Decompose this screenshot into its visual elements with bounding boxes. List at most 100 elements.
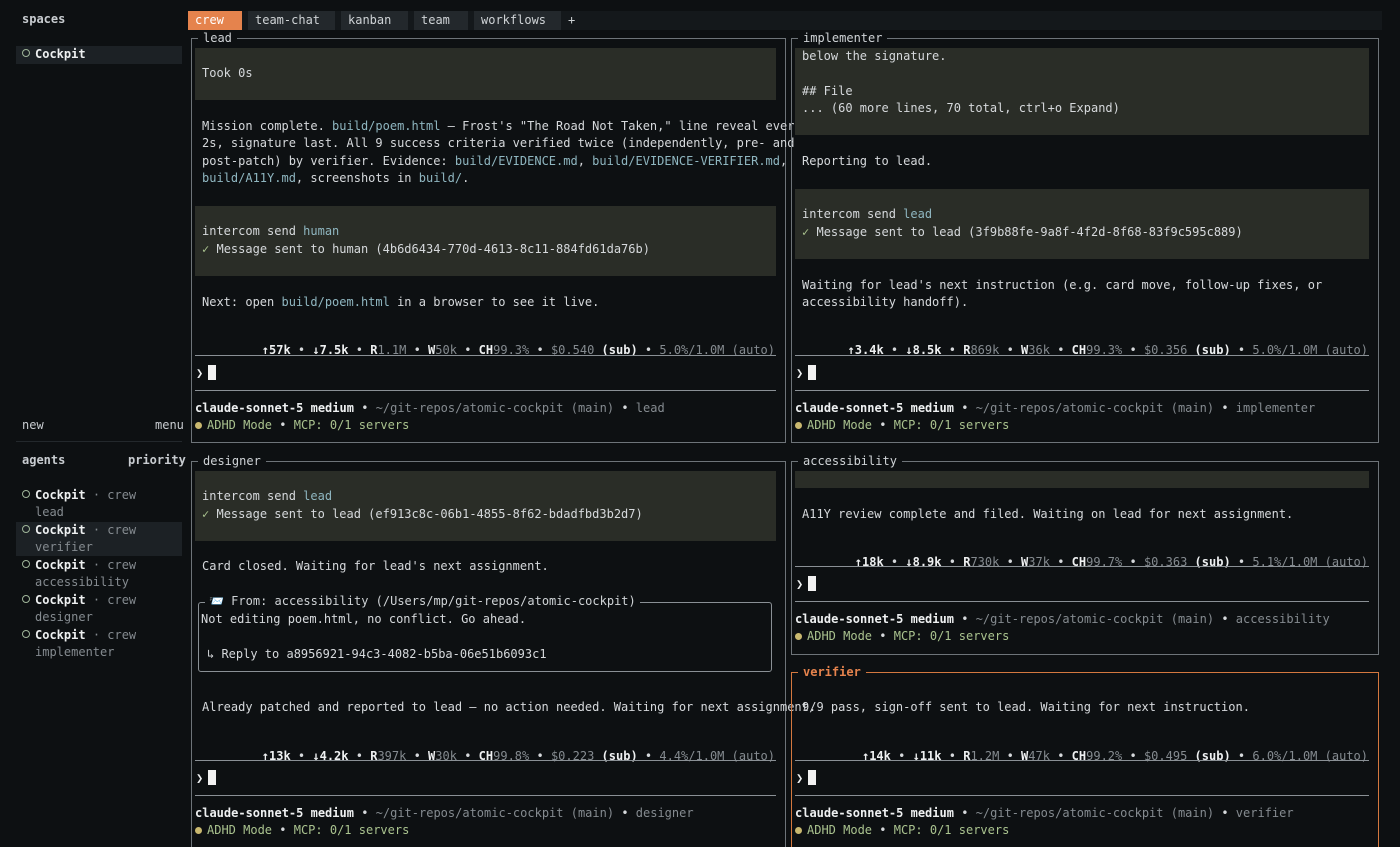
priority-sort-button[interactable]: priority xyxy=(128,453,186,467)
agent-item-lead[interactable]: Cockpit · crew lead xyxy=(16,487,182,521)
agent-space-name: Cockpit xyxy=(35,558,86,572)
prompt-chevron-icon: ❯ xyxy=(196,771,204,785)
new-button[interactable]: new xyxy=(22,418,44,432)
message-line: build/A11Y.md, screenshots in build/. xyxy=(202,171,470,185)
check-icon: ✓ xyxy=(202,242,210,256)
prompt-input[interactable]: ❯ xyxy=(796,576,817,591)
file-link[interactable]: build/poem.html xyxy=(281,295,389,309)
agent-item-accessibility[interactable]: Cockpit · crew accessibility xyxy=(16,557,182,591)
file-link[interactable]: build/poem.html xyxy=(332,119,440,133)
message-line: A11Y review complete and filed. Waiting … xyxy=(802,507,1294,521)
prompt-chevron-icon: ❯ xyxy=(196,366,204,380)
prompt-chevron-icon: ❯ xyxy=(796,366,804,380)
pane-verifier[interactable]: verifier 9/9 pass, sign-off sent to lead… xyxy=(791,664,1379,847)
intercom-command: intercom send human xyxy=(202,224,340,238)
text-cursor xyxy=(808,770,817,785)
prompt-input[interactable]: ❯ xyxy=(196,770,217,785)
sent-confirmation: ✓ Message sent to lead (ef913c8c-06b1-48… xyxy=(202,507,643,521)
prompt-chevron-icon: ❯ xyxy=(796,771,804,785)
check-icon: ✓ xyxy=(202,507,210,521)
pane-title: implementer xyxy=(798,30,888,46)
mode-status: ADHD Mode • MCP: 0/1 servers xyxy=(795,417,1009,435)
agent-item-designer[interactable]: Cockpit · crew designer xyxy=(16,592,182,626)
agent-item-verifier[interactable]: Cockpit · crew verifier xyxy=(16,522,182,556)
input-divider xyxy=(795,795,1369,796)
sent-confirmation: ✓ Message sent to lead (3f9b88fe-9a8f-4f… xyxy=(802,225,1243,239)
prompt-input[interactable]: ❯ xyxy=(196,365,217,380)
tab-team-chat[interactable]: team-chat xyxy=(248,11,335,30)
pane-accessibility[interactable]: accessibility A11Y review complete and f… xyxy=(791,453,1379,655)
pane-lead[interactable]: lead Took 0s Mission complete. build/poe… xyxy=(191,30,802,443)
pane-implementer[interactable]: implementer below the signature. ## File… xyxy=(791,30,1379,443)
incoming-mail-box: 📨 From: accessibility (/Users/mp/git-rep… xyxy=(198,593,772,672)
sidebar-divider xyxy=(16,441,182,442)
tab-bar: crew team-chat kanban team workflows + xyxy=(188,11,1382,30)
agent-role: implementer xyxy=(35,645,115,659)
agent-space-name: Cockpit xyxy=(35,593,86,607)
expand-hint[interactable]: ... (60 more lines, 70 total, ctrl+o Exp… xyxy=(802,100,1120,118)
mode-status: ADHD Mode • MCP: 0/1 servers xyxy=(195,822,409,840)
status-ring-icon xyxy=(22,49,30,57)
file-link[interactable]: build/EVIDENCE-VERIFIER.md xyxy=(592,154,780,168)
usage-stats: ↑13k • ↓4.2k • R397k • W30k • CH99.8% • … xyxy=(261,749,775,763)
message-line: Reporting to lead. xyxy=(802,154,933,168)
add-tab-button[interactable]: + xyxy=(568,11,575,30)
tool-block: intercom send human ✓ Message sent to hu… xyxy=(195,206,776,276)
input-divider xyxy=(795,566,1369,567)
status-ring-icon xyxy=(22,630,30,638)
agent-space-name: Cockpit xyxy=(35,488,86,502)
usage-stats: ↑57k • ↓7.5k • R1.1M • W50k • CH99.3% • … xyxy=(261,343,775,357)
input-divider xyxy=(195,795,776,796)
status-ring-icon xyxy=(22,525,30,533)
code-line: ## File xyxy=(802,84,853,98)
file-link[interactable]: build/ xyxy=(419,171,462,185)
prompt-input[interactable]: ❯ xyxy=(796,365,817,380)
text-cursor xyxy=(808,365,817,380)
code-block: below the signature. ## File ... (60 mor… xyxy=(795,48,1369,135)
agent-group: · crew xyxy=(92,488,137,502)
text-cursor xyxy=(208,365,217,380)
tab-crew[interactable]: crew xyxy=(188,11,242,30)
agents-header: agents xyxy=(22,453,66,467)
usage-stats: ↑18k • ↓8.9k • R730k • W37k • CH99.7% • … xyxy=(854,555,1368,569)
output-block: Took 0s xyxy=(195,48,776,100)
status-ring-icon xyxy=(22,490,30,498)
mode-dot-icon xyxy=(795,827,802,834)
input-divider xyxy=(795,760,1369,761)
mode-status: ADHD Mode • MCP: 0/1 servers xyxy=(195,417,409,435)
spaces-header: spaces xyxy=(22,12,66,26)
menu-button[interactable]: menu xyxy=(155,418,184,432)
sent-confirmation: ✓ Message sent to human (4b6d6434-770d-4… xyxy=(202,242,650,256)
check-icon: ✓ xyxy=(802,225,810,239)
pane-title: designer xyxy=(198,453,266,469)
message-line: Mission complete. build/poem.html — Fros… xyxy=(202,119,802,133)
agent-group: · crew xyxy=(92,558,137,572)
model-status: claude-sonnet-5 medium • ~/git-repos/ato… xyxy=(795,806,1294,820)
file-link[interactable]: build/EVIDENCE.md xyxy=(455,154,578,168)
output-block xyxy=(795,471,1369,488)
intercom-command: intercom send lead xyxy=(202,489,333,503)
message-line: Waiting for lead's next instruction (e.g… xyxy=(802,278,1323,292)
input-divider xyxy=(195,390,776,391)
tab-team[interactable]: team xyxy=(414,11,468,30)
next-line: Next: open build/poem.html in a browser … xyxy=(202,295,600,309)
tab-kanban[interactable]: kanban xyxy=(341,11,408,30)
agent-item-implementer[interactable]: Cockpit · crew implementer xyxy=(16,627,182,661)
input-divider xyxy=(195,760,776,761)
space-item-cockpit[interactable]: Cockpit xyxy=(16,46,182,64)
tab-workflows[interactable]: workflows xyxy=(474,11,561,30)
model-status: claude-sonnet-5 medium • ~/git-repos/ato… xyxy=(195,806,694,820)
usage-stats: ↑3.4k • ↓8.5k • R869k • W36k • CH99.3% •… xyxy=(847,343,1368,357)
took-text: Took 0s xyxy=(202,66,253,80)
agent-space-name: Cockpit xyxy=(35,523,86,537)
message-line: Already patched and reported to lead — n… xyxy=(202,700,817,714)
mail-from: 📨 From: accessibility (/Users/mp/git-rep… xyxy=(205,593,640,610)
input-divider xyxy=(795,355,1369,356)
mode-dot-icon xyxy=(195,827,202,834)
message-line: post-patch) by verifier. Evidence: build… xyxy=(202,154,788,168)
pane-designer[interactable]: designer intercom send lead ✓ Message se… xyxy=(191,453,816,847)
agent-role: lead xyxy=(35,505,64,519)
mode-status: ADHD Mode • MCP: 0/1 servers xyxy=(795,822,1009,840)
file-link[interactable]: build/A11Y.md xyxy=(202,171,296,185)
prompt-input[interactable]: ❯ xyxy=(796,770,817,785)
